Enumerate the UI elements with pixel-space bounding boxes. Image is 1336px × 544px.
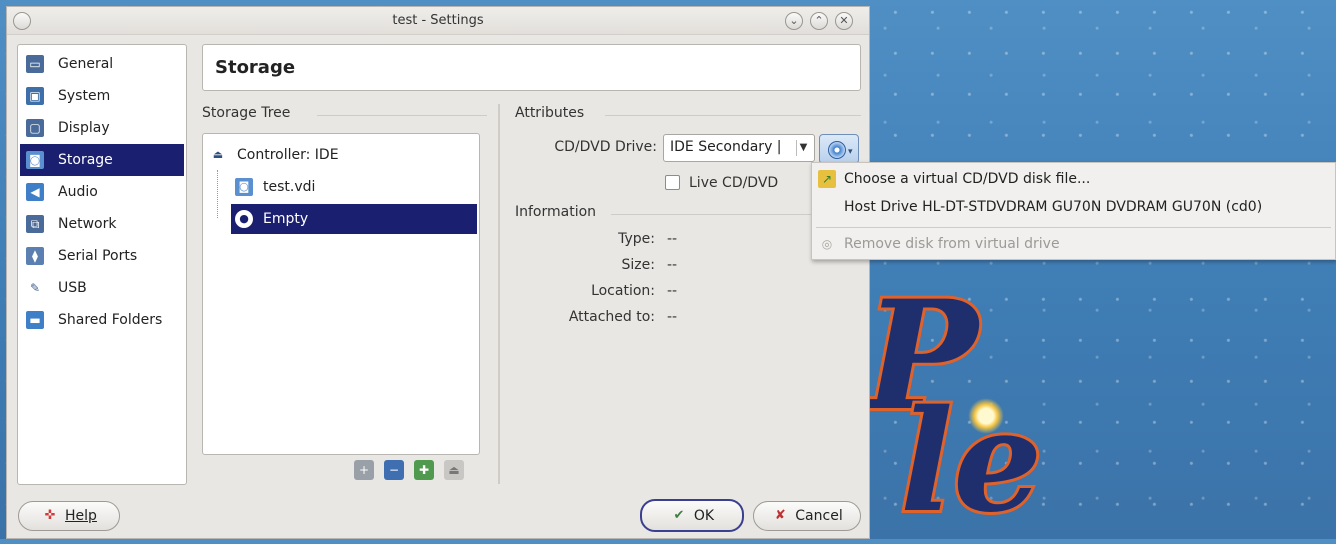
sidebar-item-label: Storage	[58, 152, 113, 168]
add-controller-icon[interactable]: +	[354, 460, 374, 480]
open-file-icon: ↗	[818, 170, 836, 188]
tree-item-label: Empty	[263, 211, 309, 227]
choose-disk-button[interactable]: ▾	[819, 134, 859, 164]
info-location-key: Location:	[591, 283, 655, 299]
tree-item-empty[interactable]: ● Empty	[231, 204, 477, 234]
sidebar-item-display[interactable]: ▢ Display	[20, 112, 184, 144]
cd-drive-label: CD/DVD Drive:	[554, 139, 657, 155]
sidebar-item-general[interactable]: ▭ General	[20, 48, 184, 80]
menu-item-remove-disk: ◎ Remove disk from virtual drive	[812, 230, 1335, 258]
sidebar-item-network[interactable]: ⧉ Network	[20, 208, 184, 240]
info-size-key: Size:	[621, 257, 655, 273]
page-title: Storage	[202, 44, 861, 91]
live-cd-label[interactable]: Live CD/DVD	[689, 175, 778, 191]
info-attached-key: Attached to:	[568, 309, 655, 325]
add-attachment-icon[interactable]: ✚	[414, 460, 434, 480]
ok-icon: ✔	[673, 507, 685, 523]
live-cd-checkbox[interactable]	[665, 175, 680, 190]
info-size-value: --	[667, 257, 678, 273]
sidebar-item-label: Shared Folders	[58, 312, 163, 328]
sidebar-item-label: Network	[58, 216, 117, 232]
attributes-divider	[605, 115, 861, 116]
menu-separator	[816, 227, 1331, 228]
cancel-button[interactable]: ✘ Cancel	[753, 501, 861, 531]
help-button[interactable]: ✜ Help	[18, 501, 120, 531]
menu-item-label: Remove disk from virtual drive	[844, 236, 1060, 252]
cd-icon: ●	[235, 210, 253, 228]
desktop-wallpaper-star	[968, 398, 1004, 434]
window-title: test - Settings	[392, 13, 484, 28]
info-type-key: Type:	[618, 231, 655, 247]
info-type-value: --	[667, 231, 678, 247]
sidebar-item-storage[interactable]: ◙ Storage	[20, 144, 184, 176]
tree-item-label: test.vdi	[263, 179, 316, 195]
menu-item-label: Host Drive HL-DT-STDVDRAM GU70N DVDRAM G…	[844, 199, 1263, 215]
tree-item-test-vdi[interactable]: ◙ test.vdi	[231, 172, 477, 202]
cancel-label: Cancel	[795, 508, 843, 524]
sidebar-item-usb[interactable]: ✎ USB	[20, 272, 184, 304]
attributes-label: Attributes	[515, 105, 585, 121]
eject-icon: ◎	[821, 237, 833, 251]
sidebar-item-label: General	[58, 56, 114, 72]
menu-item-host-drive[interactable]: Host Drive HL-DT-STDVDRAM GU70N DVDRAM G…	[812, 193, 1335, 221]
controller-icon: ⏏	[212, 148, 224, 161]
sidebar-item-serial-ports[interactable]: ⧫ Serial Ports	[20, 240, 184, 272]
help-label: Help	[65, 508, 97, 524]
network-icon: ⧉	[26, 215, 44, 233]
menu-item-label: Choose a virtual CD/DVD disk file...	[844, 171, 1091, 187]
information-label: Information	[515, 204, 597, 220]
serial-icon: ⧫	[26, 247, 44, 265]
chevron-down-icon: ▼	[796, 140, 810, 156]
monitor-icon: ▭	[26, 55, 44, 73]
chip-icon: ▣	[26, 87, 44, 105]
cd-disk-menu: ↗ Choose a virtual CD/DVD disk file... H…	[811, 162, 1336, 260]
usb-icon: ✎	[29, 281, 41, 295]
sidebar-item-label: USB	[58, 280, 87, 296]
cd-icon	[828, 141, 846, 159]
remove-controller-icon[interactable]: −	[384, 460, 404, 480]
tree-toolbar: + − ✚ ⏏	[354, 460, 464, 480]
ok-button[interactable]: ✔ OK	[640, 499, 744, 532]
cancel-icon: ✘	[774, 508, 786, 523]
close-button[interactable]: ✕	[835, 12, 853, 30]
blank-icon	[818, 198, 836, 216]
controller-label: Controller: IDE	[237, 147, 339, 163]
cd-drive-select[interactable]: IDE Secondary | ▼	[663, 134, 815, 162]
storage-tree[interactable]: ⏏ Controller: IDE ◙ test.vdi ● Empty	[202, 133, 480, 455]
sidebar-item-shared-folders[interactable]: ▬ Shared Folders	[20, 304, 184, 336]
title-bar[interactable]: test - Settings ⌄ ⌃ ✕	[7, 7, 869, 35]
tree-controller-ide[interactable]: ⏏ Controller: IDE	[209, 140, 473, 170]
cd-drive-value: IDE Secondary |	[670, 139, 782, 155]
section-separator	[498, 104, 500, 484]
settings-dialog: test - Settings ⌄ ⌃ ✕ ▭ General ▣ System…	[6, 6, 870, 539]
help-icon: ✜	[44, 508, 56, 523]
sidebar-item-audio[interactable]: ◀ Audio	[20, 176, 184, 208]
sidebar-item-system[interactable]: ▣ System	[20, 80, 184, 112]
info-location-value: --	[667, 283, 678, 299]
storage-tree-label: Storage Tree	[202, 105, 291, 121]
menu-item-choose-disk-file[interactable]: ↗ Choose a virtual CD/DVD disk file...	[812, 165, 1335, 193]
sidebar-item-label: Audio	[58, 184, 98, 200]
chevron-down-icon: ▾	[848, 147, 853, 157]
hard-disk-icon: ◙	[235, 178, 253, 196]
tree-guide-line	[217, 170, 218, 218]
display-icon: ▢	[26, 119, 44, 137]
folder-icon: ▬	[26, 311, 44, 329]
ok-label: OK	[693, 507, 715, 524]
remove-attachment-icon[interactable]: ⏏	[444, 460, 464, 480]
speaker-icon: ◀	[26, 183, 44, 201]
maximize-button[interactable]: ⌃	[810, 12, 828, 30]
sidebar-item-label: Display	[58, 120, 110, 136]
disk-icon: ◙	[26, 151, 44, 169]
info-attached-value: --	[667, 309, 678, 325]
settings-category-list: ▭ General ▣ System ▢ Display ◙ Storage ◀…	[17, 44, 187, 485]
minimize-button[interactable]: ⌄	[785, 12, 803, 30]
sidebar-item-label: System	[58, 88, 111, 104]
sidebar-item-label: Serial Ports	[58, 248, 138, 264]
storage-tree-divider	[317, 115, 487, 116]
